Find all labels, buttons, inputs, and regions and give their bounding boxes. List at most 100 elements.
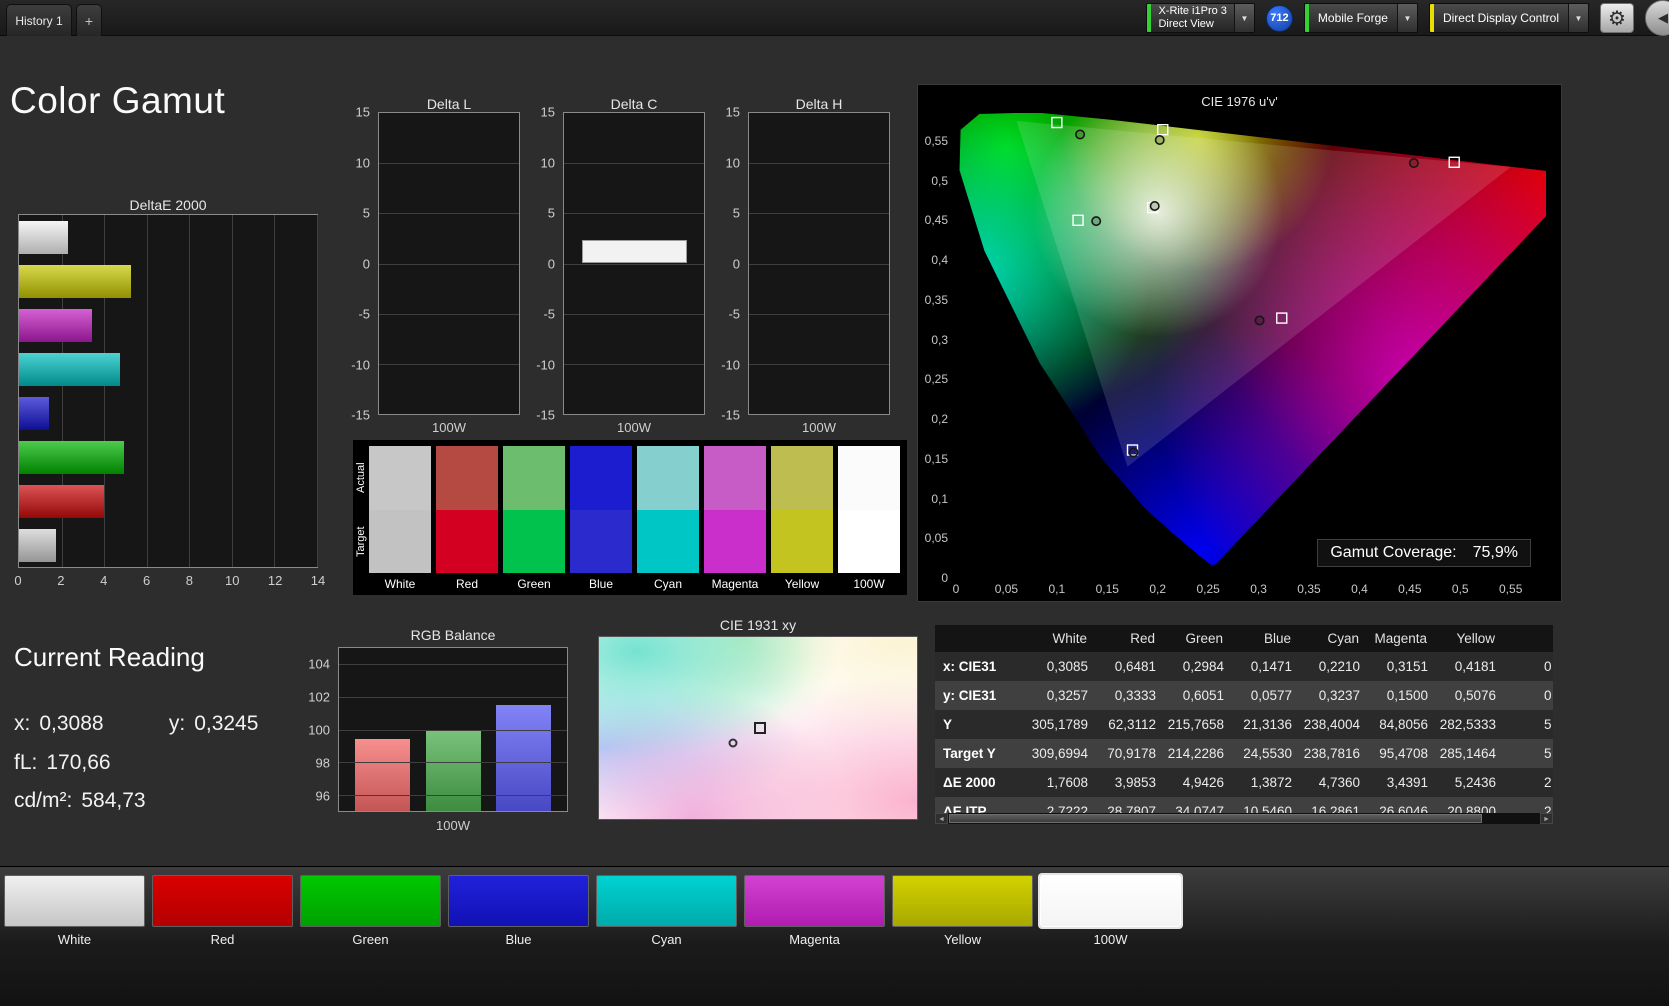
- pattern-button-blue[interactable]: Blue: [448, 875, 589, 947]
- pattern-swatch: [4, 875, 145, 927]
- table-cell: 0,3151: [1386, 659, 1428, 674]
- table-row: ΔE ITP 2,7222 28,7807 34,0747 10,5460 16,2861…: [935, 797, 1553, 813]
- table-cell: 26,6046: [1379, 804, 1428, 813]
- dl-gridline: [379, 263, 519, 265]
- target-row-label: Target: [355, 526, 367, 557]
- pattern-button-white[interactable]: White: [4, 875, 145, 947]
- cie-1931-chart: [598, 636, 918, 820]
- table-horizontal-scrollbar[interactable]: ◄ ►: [935, 813, 1553, 824]
- dh-ytick-label: -5: [728, 306, 740, 322]
- rgb-gridline: [339, 762, 567, 764]
- cie-1931-measured-marker: [728, 738, 738, 748]
- gamut-coverage-readout: Gamut Coverage: 75,9%: [1317, 539, 1531, 567]
- meter-count-badge[interactable]: 712: [1265, 4, 1293, 32]
- y-label: y:: [168, 712, 186, 735]
- deltae-bar-row: [19, 396, 317, 430]
- top-bar-controls: X-Rite i1Pro 3 Direct View ▼ 712 Mobile …: [1146, 0, 1669, 36]
- swatch-actual: [838, 446, 900, 510]
- scrollbar-thumb[interactable]: [949, 814, 1482, 823]
- rgb-ytick-label: 102: [308, 689, 330, 704]
- cie76-ytick-label: 0,55: [924, 133, 948, 148]
- plus-icon: +: [84, 12, 94, 29]
- deltae-bar-row: [19, 220, 317, 254]
- table-cell: 214,2286: [1167, 746, 1224, 761]
- measured-marker-blue: [1128, 447, 1139, 458]
- dh-ytick-label: 5: [732, 205, 740, 221]
- pattern-label: Red: [210, 932, 235, 947]
- display-control-selector[interactable]: Direct Display Control ▼: [1428, 3, 1589, 33]
- dl-ytick-label: -15: [351, 407, 370, 423]
- pattern-button-100w[interactable]: 100W: [1040, 875, 1181, 947]
- chevron-down-icon[interactable]: ▼: [1568, 4, 1588, 32]
- scroll-left-arrow[interactable]: ◄: [935, 813, 948, 824]
- swatch-target: [570, 510, 632, 573]
- rgb-ytick-label: 98: [315, 755, 330, 770]
- scroll-right-arrow[interactable]: ►: [1540, 813, 1553, 824]
- swatch-column-green: Green: [503, 446, 565, 593]
- table-cell: 0,6481: [1114, 659, 1156, 674]
- deltae-bar-blue: [19, 396, 49, 430]
- measured-marker-cyan: [1091, 216, 1102, 227]
- add-tab-button[interactable]: +: [76, 4, 102, 36]
- pattern-button-green[interactable]: Green: [300, 875, 441, 947]
- deltae-xtick-label: 0: [14, 573, 22, 588]
- rgb-balance-x-label: 100W: [436, 818, 470, 833]
- pattern-label: Yellow: [943, 932, 982, 947]
- swatch-target: [838, 510, 900, 573]
- deltae-bar-row: [19, 484, 317, 518]
- table-header-yellow: Yellow: [1456, 631, 1495, 646]
- table-header-white: White: [1052, 631, 1087, 646]
- delta-l-chart: [378, 112, 520, 415]
- settings-gear-button[interactable]: ⚙: [1600, 3, 1634, 33]
- dc-ytick-label: 10: [540, 155, 555, 170]
- pattern-button-yellow[interactable]: Yellow: [892, 875, 1033, 947]
- scrollbar-track[interactable]: [948, 813, 1540, 824]
- bottom-bar: WhiteRedGreenBlueCyanMagentaYellow100W ▲…: [0, 866, 1669, 1006]
- swatch-actual: [503, 446, 565, 510]
- collapse-panel-button[interactable]: ◀: [1645, 0, 1669, 36]
- cie-1931-target-marker: [753, 722, 766, 734]
- cie76-xtick-label: 0,45: [1398, 582, 1422, 596]
- cdm2-label: cd/m²:: [14, 789, 73, 812]
- dl-ytick-label: 15: [355, 104, 370, 120]
- y-value: 0,3245: [194, 712, 259, 735]
- meter-selector[interactable]: X-Rite i1Pro 3 Direct View ▼: [1146, 3, 1255, 33]
- deltae-2000-chart: [18, 214, 318, 568]
- dc-gridline: [564, 263, 704, 265]
- cie76-xtick-label: 0,15: [1095, 582, 1119, 596]
- table-cell: 62,3112: [1108, 717, 1156, 732]
- swatch-target: [369, 510, 431, 573]
- chevron-left-icon: ◀: [1658, 10, 1668, 25]
- delta-h-title: Delta H: [795, 96, 843, 112]
- rgb-gridline: [339, 794, 567, 796]
- pattern-button-magenta[interactable]: Magenta: [744, 875, 885, 947]
- dc-ytick-label: 15: [540, 104, 555, 120]
- table-cell: 20,8800: [1447, 804, 1496, 813]
- swatch-actual: [637, 446, 699, 510]
- pattern-button-red[interactable]: Red: [152, 875, 293, 947]
- source-name: Mobile Forge: [1317, 11, 1388, 25]
- table-cell-clipped: 5: [1544, 746, 1552, 761]
- pattern-swatch: [152, 875, 293, 927]
- tab-history-1[interactable]: History 1: [6, 4, 72, 36]
- cie-1976-x-axis: 0 0,05 0,1 0,15 0,2 0,25 0,3 0,35 0,4 0,45 0,5 0,55: [953, 582, 1546, 596]
- pattern-swatch: [596, 875, 737, 927]
- dc-ytick-label: -10: [536, 357, 555, 372]
- dc-gridline: [564, 213, 704, 215]
- swatch-label: Yellow: [784, 577, 820, 591]
- table-header-blue: Blue: [1263, 631, 1291, 646]
- table-cell: 215,7658: [1167, 717, 1224, 732]
- chevron-down-icon[interactable]: ▼: [1396, 4, 1417, 32]
- table-cell: 24,5530: [1243, 746, 1292, 761]
- swatch-label: White: [384, 577, 416, 591]
- deltae-bar-100w: [19, 220, 68, 254]
- delta-c-title: Delta C: [610, 96, 658, 112]
- table-cell: 1,7608: [1046, 775, 1088, 790]
- cie76-ytick-label: 0,35: [924, 292, 948, 307]
- chevron-down-icon[interactable]: ▼: [1233, 4, 1254, 32]
- table-cell: 0,0577: [1250, 688, 1292, 703]
- pattern-button-cyan[interactable]: Cyan: [596, 875, 737, 947]
- table-body: x: CIE31 0,3085 0,6481 0,2984 0,1471 0,2210 0,…: [935, 652, 1553, 813]
- pattern-source-selector[interactable]: Mobile Forge ▼: [1303, 3, 1418, 33]
- table-cell: 21,3136: [1243, 717, 1292, 732]
